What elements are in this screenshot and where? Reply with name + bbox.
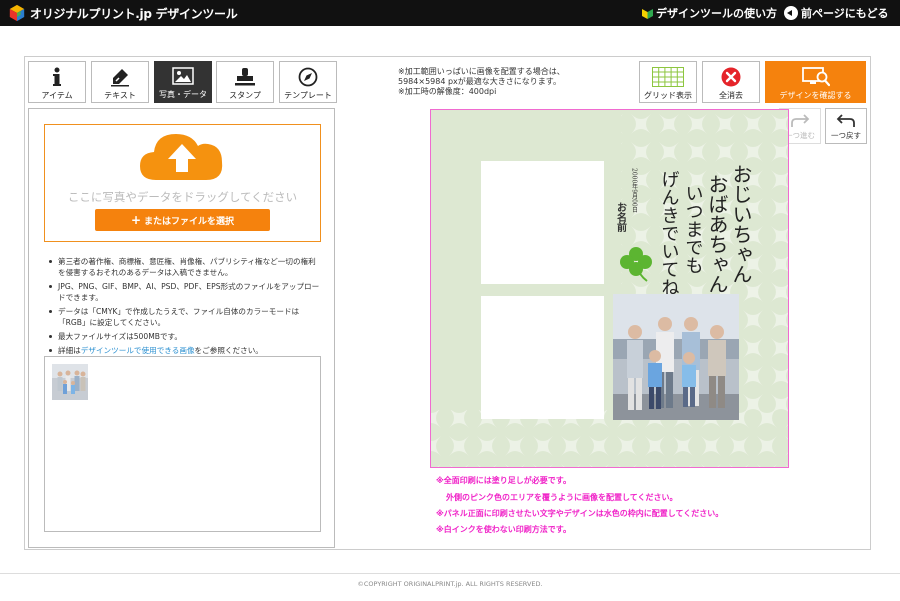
info-line: ※加工範囲いっぱいに画像を配置する場合は、 <box>398 67 565 76</box>
info-line: ※加工時の解像度：400dpi <box>398 87 497 96</box>
clear-all-button[interactable]: 全消去 <box>702 61 760 103</box>
uploaded-image-thumbnail[interactable] <box>52 364 88 400</box>
info-icon <box>53 67 61 86</box>
tab-stamp[interactable]: スタンプ <box>216 61 274 103</box>
dropzone-text: ここに写真やデータをドラッグしてください <box>67 190 298 204</box>
calligraphy-col3: いつまでも <box>683 184 704 274</box>
date-text: 2000年9月00日 <box>631 168 638 214</box>
note-text: をご参照ください。 <box>194 346 263 355</box>
note-item: 詳細はデザインツールで使用できる画像をご参照ください。 <box>48 345 320 356</box>
tab-photo-data[interactable]: 写真・データ <box>154 61 212 103</box>
clear-all-label: 全消去 <box>719 91 743 100</box>
grid-toggle-button[interactable]: グリッド表示 <box>639 61 697 103</box>
redo-arrow-icon <box>791 114 810 127</box>
app-header: オリジナルプリント.jp デザインツール デザインツールの使い方 前ページにもど… <box>0 0 900 26</box>
family-photo-thumbnail-image <box>52 364 88 400</box>
tab-text-label: テキスト <box>104 91 136 100</box>
name-text: お名前 <box>615 202 627 233</box>
select-file-label: またはファイルを選択 <box>144 216 235 227</box>
tab-photo-data-label: 写真・データ <box>159 90 207 99</box>
note-item: 第三者の著作権、商標権、意匠権、肖像権、パブリシティ権など一切の権利を侵害するお… <box>48 256 320 278</box>
tab-item-label: アイテム <box>41 91 73 100</box>
tab-item[interactable]: アイテム <box>28 61 86 103</box>
calligraphy-col2: おばあちゃん <box>705 174 729 294</box>
clear-x-icon <box>721 67 741 87</box>
date-and-name-text: 2000年9月00日 お名前 <box>615 168 638 233</box>
help-link[interactable]: デザインツールの使い方 <box>642 5 777 21</box>
placed-family-photo[interactable] <box>613 294 739 420</box>
warning-pink-area: 外側のピンク色のエリアを覆うように画像を配置してください。 <box>446 493 678 502</box>
help-link-label: デザインツールの使い方 <box>656 7 777 20</box>
logo-text: オリジナルプリント.jp デザインツール <box>30 6 238 21</box>
undo-button[interactable]: 一つ戻す <box>825 108 867 144</box>
note-item: データは「CMYK」で作成したうえで、ファイル自体のカラーモードは「RGB」に設… <box>48 306 320 328</box>
info-line: 5984×5984 pxが最適な大きさになります。 <box>398 77 561 86</box>
monitor-search-icon <box>801 67 830 87</box>
upload-notes: 第三者の著作権、商標権、意匠権、肖像権、パブリシティ権など一切の権利を侵害するお… <box>48 256 320 359</box>
compass-icon <box>298 67 318 87</box>
copyright-text: ©COPYRIGHT ORIGINALPRINT.jp. ALL RIGHTS … <box>357 580 543 588</box>
photo-slot-2[interactable] <box>481 296 604 419</box>
resolution-info: ※加工範囲いっぱいに画像を配置する場合は、 5984×5984 pxが最適な大き… <box>398 67 565 97</box>
warning-bleed: ※全面印刷には塗り足しが必要です。 <box>436 476 571 485</box>
note-item: JPG、PNG、GIF、BMP、AI、PSD、PDF、EPS形式のファイルをアッ… <box>48 281 320 303</box>
logo-cube-icon <box>9 4 25 22</box>
plus-icon: + <box>130 213 142 227</box>
logo[interactable]: オリジナルプリント.jp デザインツール <box>8 3 238 23</box>
beginner-leaf-icon <box>642 9 653 19</box>
back-link[interactable]: 前ページにもどる <box>784 5 889 21</box>
clover-icon <box>620 247 652 282</box>
back-link-label: 前ページにもどる <box>801 7 889 20</box>
grid-toggle-label: グリッド表示 <box>644 91 692 100</box>
tab-template-label: テンプレート <box>284 91 332 100</box>
footer-divider <box>0 573 900 574</box>
pen-icon <box>111 69 129 87</box>
note-item: 最大ファイルサイズは500MBです。 <box>48 331 320 342</box>
calligraphy-col1: おじいちゃん <box>729 164 753 284</box>
confirm-design-label: デザインを確認する <box>779 91 852 100</box>
warning-white-ink: ※白インクを使わない印刷方法です。 <box>436 525 571 534</box>
calligraphy-col4: げんきでいてね <box>659 170 680 295</box>
tab-stamp-label: スタンプ <box>229 91 261 100</box>
select-file-button[interactable]: + またはファイルを選択 <box>95 209 270 231</box>
image-icon <box>172 67 194 85</box>
warning-blue-frame: ※パネル正面に印刷させたい文字やデザインは水色の枠内に配置してください。 <box>436 509 724 518</box>
tab-template[interactable]: テンプレート <box>279 61 337 103</box>
cloud-upload-icon <box>140 134 223 180</box>
calligraphy-message: おじいちゃん おばあちゃん いつまでも げんきでいてね <box>659 164 754 295</box>
usable-images-link[interactable]: デザインツールで使用できる画像 <box>81 346 195 355</box>
note-text: 詳細は <box>58 346 81 355</box>
undo-arrow-icon <box>836 114 855 127</box>
photo-slot-1[interactable] <box>481 161 604 284</box>
family-photo-image <box>613 294 739 420</box>
stamp-icon <box>235 68 255 86</box>
grid-icon <box>652 67 684 87</box>
tab-text[interactable]: テキスト <box>91 61 149 103</box>
confirm-design-button[interactable]: デザインを確認する <box>765 61 866 103</box>
back-arrow-icon <box>784 6 798 20</box>
undo-label: 一つ戻す <box>831 131 861 140</box>
